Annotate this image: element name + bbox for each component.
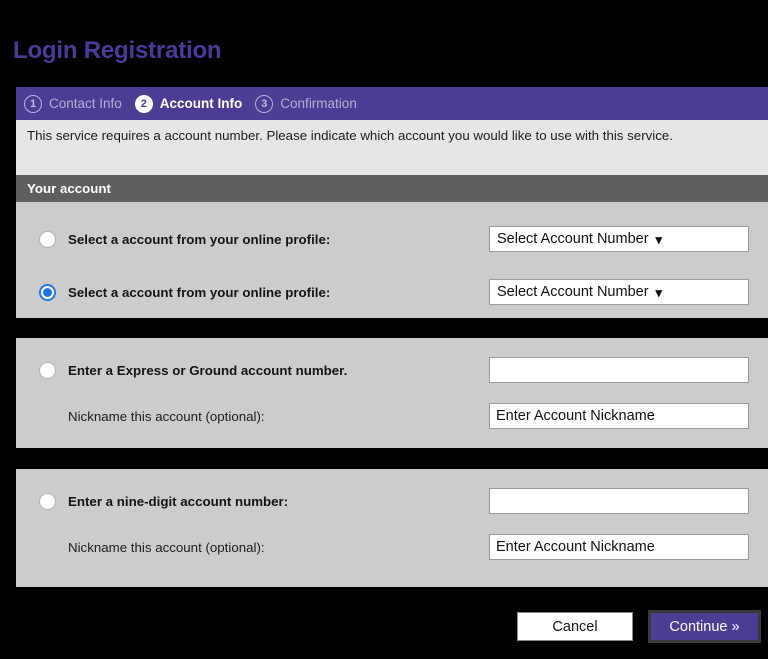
- nine-digit-radio[interactable]: [39, 492, 56, 510]
- profile-label-2: Select a account from your online profil…: [68, 284, 331, 300]
- step-2-label: Account Info: [159, 95, 243, 111]
- step-confirmation[interactable]: 3 Confirmation: [255, 94, 357, 113]
- express-nickname-label: Nickname this account (optional):: [68, 408, 265, 424]
- progress-stepper: 1 Contact Info 2 Account Info 3 Confirma…: [16, 87, 768, 120]
- cancel-button[interactable]: Cancel: [517, 612, 633, 641]
- express-radio-row: Enter a Express or Ground account number…: [16, 355, 768, 385]
- express-label: Enter a Express or Ground account number…: [68, 362, 348, 378]
- profile-radio-2[interactable]: [39, 283, 56, 301]
- profile-select-1[interactable]: Select Account Number ▾: [489, 226, 749, 252]
- online-profile-panel: Select a account from your online profil…: [16, 202, 768, 318]
- continue-button[interactable]: Continue »: [648, 610, 761, 643]
- nine-digit-account-input[interactable]: [489, 488, 749, 514]
- registration-page: Login Registration 1 Contact Info 2 Acco…: [0, 0, 768, 659]
- page-title: Login Registration: [13, 37, 222, 64]
- nine-digit-label: Enter a nine-digit account number:: [68, 493, 289, 509]
- nine-digit-nickname-row: Nickname this account (optional): Enter …: [16, 532, 768, 562]
- chevron-down-icon: ▾: [655, 231, 663, 247]
- express-radio[interactable]: [39, 361, 56, 379]
- profile-select-2-value: Select Account Number: [497, 284, 649, 300]
- nine-digit-nickname-input[interactable]: Enter Account Nickname: [489, 534, 749, 560]
- step-1-number: 1: [24, 94, 42, 113]
- step-contact-info[interactable]: 1 Contact Info: [24, 94, 122, 113]
- express-account-input[interactable]: [489, 357, 749, 383]
- express-nickname-input[interactable]: Enter Account Nickname: [489, 403, 749, 429]
- profile-row-1: Select a account from your online profil…: [16, 224, 768, 254]
- intro-instructions: This service requires a account number. …: [16, 120, 768, 175]
- profile-radio-1[interactable]: [39, 230, 56, 248]
- express-ground-panel: Enter a Express or Ground account number…: [16, 338, 768, 448]
- profile-row-2: Select a account from your online profil…: [16, 277, 768, 307]
- profile-select-1-value: Select Account Number: [497, 231, 649, 247]
- profile-label-1: Select a account from your online profil…: [68, 231, 331, 247]
- chevron-down-icon: ▾: [655, 284, 663, 300]
- nine-digit-panel: Enter a nine-digit account number: Nickn…: [16, 469, 768, 587]
- nine-digit-nickname-label: Nickname this account (optional):: [68, 539, 265, 555]
- section-header-your-account: Your account: [16, 175, 768, 202]
- express-nickname-row: Nickname this account (optional): Enter …: [16, 401, 768, 431]
- step-account-info[interactable]: 2 Account Info: [134, 94, 243, 113]
- profile-select-2[interactable]: Select Account Number ▾: [489, 279, 749, 305]
- step-2-number: 2: [134, 94, 153, 113]
- step-1-label: Contact Info: [49, 95, 122, 111]
- step-3-label: Confirmation: [280, 95, 357, 111]
- step-3-number: 3: [255, 94, 274, 113]
- nine-digit-radio-row: Enter a nine-digit account number:: [16, 486, 768, 516]
